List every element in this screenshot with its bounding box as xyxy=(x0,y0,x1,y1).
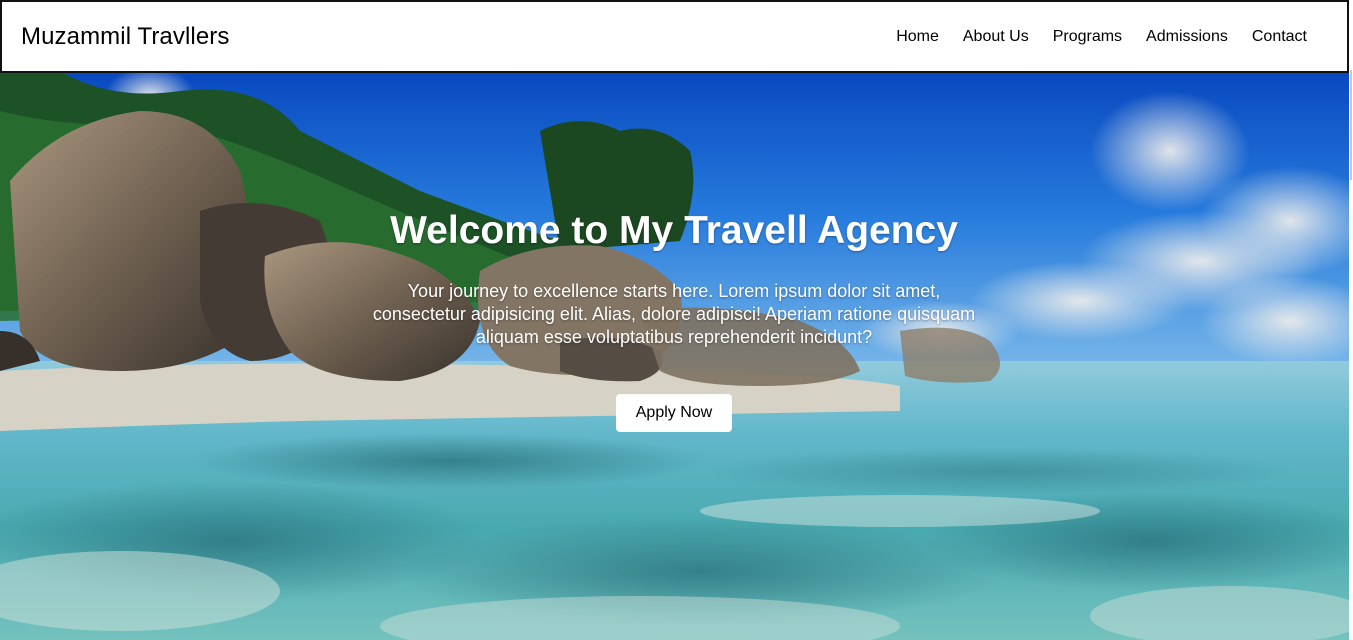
nav-link-programs[interactable]: Programs xyxy=(1053,28,1122,46)
brand-logo-text[interactable]: Muzammil Travllers xyxy=(21,23,229,51)
navbar: Muzammil Travllers Home About Us Program… xyxy=(0,0,1349,73)
scrollbar-thumb[interactable] xyxy=(1350,70,1352,180)
nav-link-about-us[interactable]: About Us xyxy=(963,28,1029,46)
hero-section: Welcome to My Travell Agency Your journe… xyxy=(0,71,1349,640)
nav-link-admissions[interactable]: Admissions xyxy=(1146,28,1228,46)
hero-description: Your journey to excellence starts here. … xyxy=(372,281,976,347)
nav-link-home[interactable]: Home xyxy=(896,28,939,46)
apply-now-button[interactable]: Apply Now xyxy=(615,394,733,432)
hero-title: Welcome to My Travell Agency xyxy=(390,209,958,252)
nav-link-contact[interactable]: Contact xyxy=(1252,28,1307,46)
hero-content: Welcome to My Travell Agency Your journe… xyxy=(370,207,978,432)
nav-links: Home About Us Programs Admissions Contac… xyxy=(896,28,1307,46)
